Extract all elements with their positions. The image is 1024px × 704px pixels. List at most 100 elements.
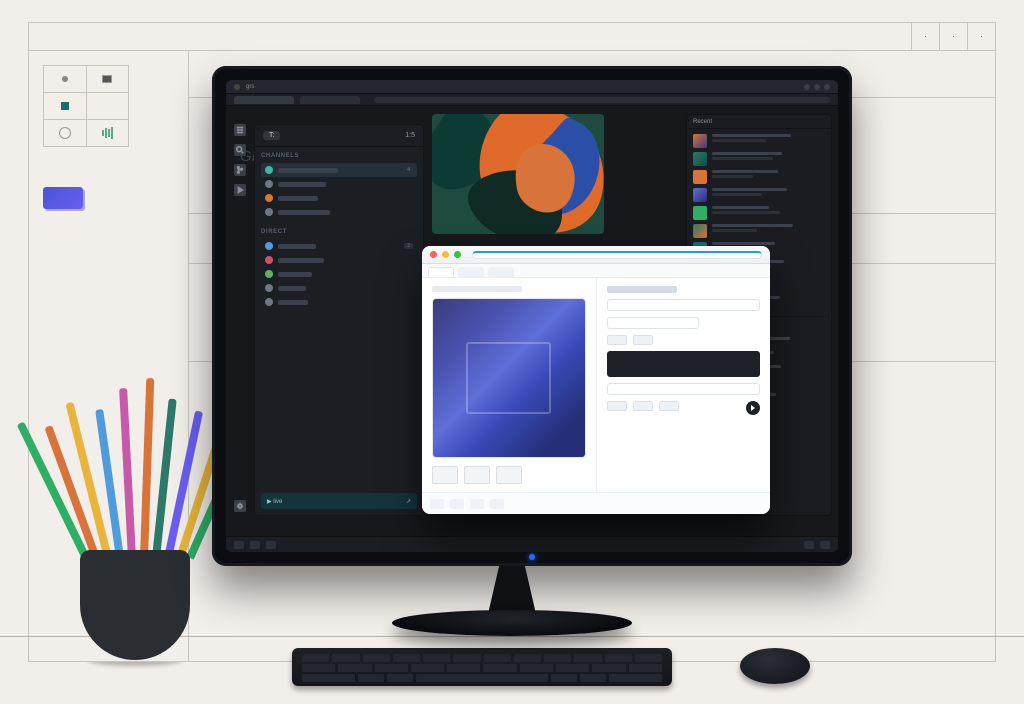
- start-button[interactable]: [234, 541, 244, 549]
- option-chip[interactable]: [659, 401, 679, 411]
- chat-item[interactable]: [261, 205, 417, 219]
- chat-section: Channels 4: [255, 147, 423, 223]
- run-button[interactable]: [746, 401, 760, 415]
- recent-item[interactable]: [693, 224, 825, 238]
- chat-item[interactable]: 2: [261, 239, 417, 253]
- address-bar[interactable]: [374, 97, 830, 103]
- option-chip[interactable]: [633, 401, 653, 411]
- item-text: [712, 170, 825, 178]
- chat-item[interactable]: [261, 281, 417, 295]
- gear-icon[interactable]: [234, 500, 246, 512]
- thumbnail[interactable]: [432, 466, 458, 484]
- preview-frame-icon: [466, 342, 551, 415]
- presence-dot-icon: [265, 270, 273, 278]
- zoom-icon[interactable]: [454, 251, 461, 258]
- thumbnail-icon: [693, 206, 707, 220]
- swatch: [44, 93, 87, 119]
- thumbnail-icon: [693, 224, 707, 238]
- thumbnail-icon: [693, 134, 707, 148]
- close-icon[interactable]: [430, 251, 437, 258]
- footer-action[interactable]: [490, 499, 504, 509]
- footer-action[interactable]: [470, 499, 484, 509]
- maximize-icon[interactable]: [814, 84, 820, 90]
- minimize-icon[interactable]: [804, 84, 810, 90]
- dialog-tab[interactable]: [428, 267, 454, 277]
- recent-panel-header: Recent: [687, 115, 831, 129]
- power-led-icon: [529, 554, 535, 560]
- option-chip[interactable]: [607, 335, 627, 345]
- section-heading: Direct: [261, 229, 417, 235]
- footer-action[interactable]: [430, 499, 444, 509]
- presence-dot-icon: [265, 208, 273, 216]
- browser-tab[interactable]: [234, 96, 294, 104]
- thumbnail[interactable]: [464, 466, 490, 484]
- thumbnail-icon: [693, 188, 707, 202]
- chat-item[interactable]: 4: [261, 163, 417, 177]
- recent-item[interactable]: [693, 188, 825, 202]
- item-text: [712, 188, 825, 196]
- code-block: [607, 351, 761, 377]
- recent-item[interactable]: [693, 170, 825, 184]
- chat-item[interactable]: [261, 253, 417, 267]
- minimize-icon[interactable]: [442, 251, 449, 258]
- browser-tab[interactable]: [300, 96, 360, 104]
- design-board-chip: [43, 187, 83, 209]
- tray-icon[interactable]: [820, 541, 830, 549]
- timeline-label: 1:5: [405, 132, 415, 139]
- monitor: grs Glass foresworn thinking: [212, 66, 852, 566]
- swatch: [87, 120, 129, 146]
- pen-holder-cup: [80, 550, 190, 660]
- dialog-address[interactable]: [472, 251, 762, 259]
- panel-tab[interactable]: T:: [263, 131, 280, 140]
- close-icon[interactable]: [824, 84, 830, 90]
- keyboard: [292, 648, 672, 686]
- section-heading: Channels: [261, 153, 417, 159]
- item-text: [712, 152, 825, 160]
- option-chip[interactable]: [607, 401, 627, 411]
- git-branch-icon[interactable]: [234, 164, 246, 176]
- window-control-icon[interactable]: [234, 84, 240, 90]
- breadcrumb: [432, 286, 522, 292]
- status-open-icon[interactable]: ↗: [406, 498, 411, 505]
- export-dialog[interactable]: [422, 246, 770, 514]
- chat-item-label: [278, 244, 316, 249]
- screen: grs Glass foresworn thinking: [226, 80, 838, 552]
- recent-item[interactable]: [693, 206, 825, 220]
- text-input[interactable]: [607, 383, 761, 395]
- taskbar-item[interactable]: [250, 541, 260, 549]
- menu-icon[interactable]: [234, 124, 246, 136]
- recent-item[interactable]: [693, 152, 825, 166]
- dialog-titlebar[interactable]: [422, 246, 770, 264]
- chat-item[interactable]: [261, 177, 417, 191]
- presence-dot-icon: [265, 194, 273, 202]
- swatch-grid: [43, 65, 129, 147]
- presence-dot-icon: [265, 298, 273, 306]
- dialog-preview-pane: [422, 278, 597, 492]
- chat-item[interactable]: [261, 295, 417, 309]
- thumbnail[interactable]: [496, 466, 522, 484]
- chat-panel: T: 1:5 Channels 4 Direct 2 ▶ live ↗: [254, 124, 424, 516]
- footer-action[interactable]: [450, 499, 464, 509]
- play-icon[interactable]: [234, 184, 246, 196]
- dialog-tab[interactable]: [488, 267, 514, 277]
- tray-icon[interactable]: [804, 541, 814, 549]
- panel-status-bar: ▶ live ↗: [261, 493, 417, 509]
- text-input[interactable]: [607, 299, 761, 311]
- recent-item[interactable]: [693, 134, 825, 148]
- preview-canvas[interactable]: [432, 298, 586, 458]
- chat-item-label: [278, 300, 308, 305]
- chat-item[interactable]: [261, 267, 417, 281]
- chat-item-label: [278, 272, 312, 277]
- presence-dot-icon: [265, 242, 273, 250]
- wallpaper-art: [432, 114, 604, 234]
- chat-item-label: [278, 286, 306, 291]
- corner-cell: ·: [911, 23, 939, 50]
- option-chip[interactable]: [633, 335, 653, 345]
- search-icon[interactable]: [234, 144, 246, 156]
- corner-cell: ·: [939, 23, 967, 50]
- taskbar-item[interactable]: [266, 541, 276, 549]
- dialog-tab[interactable]: [458, 267, 484, 277]
- chat-item[interactable]: [261, 191, 417, 205]
- item-text: [712, 206, 825, 214]
- text-input[interactable]: [607, 317, 699, 329]
